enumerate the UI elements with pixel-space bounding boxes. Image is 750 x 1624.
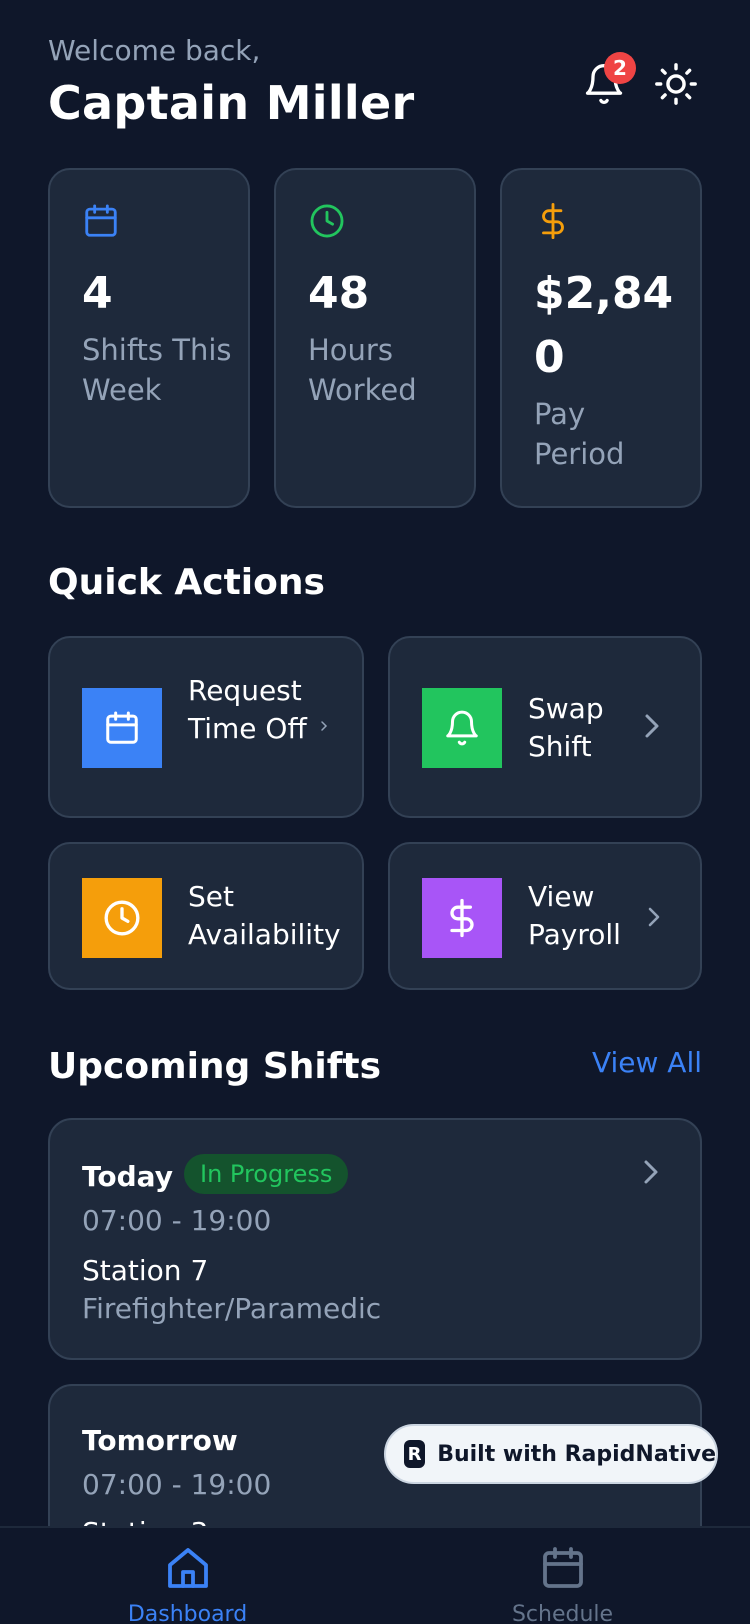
qa-icon-box [82,878,162,958]
sun-icon [655,63,697,105]
view-payroll-button[interactable]: View Payroll [388,842,702,990]
shift-role: Firefighter/Paramedic [82,1292,382,1325]
shift-card-today[interactable]: Today In Progress 07:00 - 19:00 Station … [48,1118,702,1360]
home-icon [167,1548,208,1588]
qa-icon-box [422,878,502,958]
qa-label: Set Availability [188,880,341,951]
stat-card-pay: $2,840 Pay Period [500,168,702,508]
nav-tab-schedule[interactable]: Schedule [375,1528,750,1624]
qa-label: View Payroll [528,880,621,951]
chevron-right-icon [644,904,664,930]
nav-label: Dashboard [127,1602,248,1624]
header: Welcome back, Captain Miller 2 [48,32,702,142]
notification-badge: 2 [604,52,636,84]
quick-actions-title: Quick Actions [48,562,325,603]
stat-card-shifts: 4 Shifts This Week [48,168,250,508]
upcoming-shifts-title: Upcoming Shifts [48,1046,382,1087]
user-name: Captain Miller [48,76,415,130]
calendar-icon [106,711,138,744]
calendar-icon [542,1547,583,1588]
rapidnative-logo-icon: R [404,1440,426,1468]
qa-icon-box [82,688,162,768]
chevron-right-icon [640,710,664,742]
dollar-icon [450,898,474,938]
calendar-icon [85,204,117,237]
stat-value: 48 [308,268,370,319]
qa-label: Request Time Off [188,674,307,745]
qa-label: Swap Shift [528,692,604,763]
shift-day: Today [82,1160,173,1193]
view-all-link[interactable]: View All [592,1046,702,1079]
theme-toggle-button[interactable] [650,58,702,110]
shift-time: 07:00 - 19:00 [82,1204,272,1237]
dashboard-screen: Welcome back, Captain Miller 2 4 Shifts … [0,0,750,1624]
stat-label: Hours Worked [308,333,417,407]
stat-label: Pay Period [534,397,625,471]
clock-icon [104,900,140,936]
qa-icon-box [422,688,502,768]
dollar-icon [542,202,564,240]
shift-day: Tomorrow [82,1424,238,1457]
stat-label: Shifts This Week [82,333,232,407]
stat-value: 4 [82,268,113,319]
notifications-button[interactable]: 2 [578,52,636,110]
request-time-off-button[interactable]: Request Time Off [48,636,364,818]
built-with-badge[interactable]: R Built with RapidNative [384,1424,718,1484]
bell-icon [446,710,478,746]
swap-shift-button[interactable]: Swap Shift [388,636,702,818]
set-availability-button[interactable]: Set Availability [48,842,364,990]
shift-time: 07:00 - 19:00 [82,1468,272,1501]
stat-card-hours: 48 Hours Worked [274,168,476,508]
nav-tab-dashboard[interactable]: Dashboard [0,1528,375,1624]
bottom-nav: Dashboard Schedule [0,1526,750,1624]
welcome-text: Welcome back, [48,34,261,67]
clock-icon [310,204,344,238]
status-badge: In Progress [184,1154,349,1194]
chevron-right-icon [642,1158,660,1190]
chevron-right-icon [318,718,330,734]
nav-label: Schedule [511,1602,614,1624]
built-with-text: Built with RapidNative [437,1441,716,1467]
shift-station: Station 7 [82,1254,209,1287]
stat-value: $2,840 [534,268,674,383]
